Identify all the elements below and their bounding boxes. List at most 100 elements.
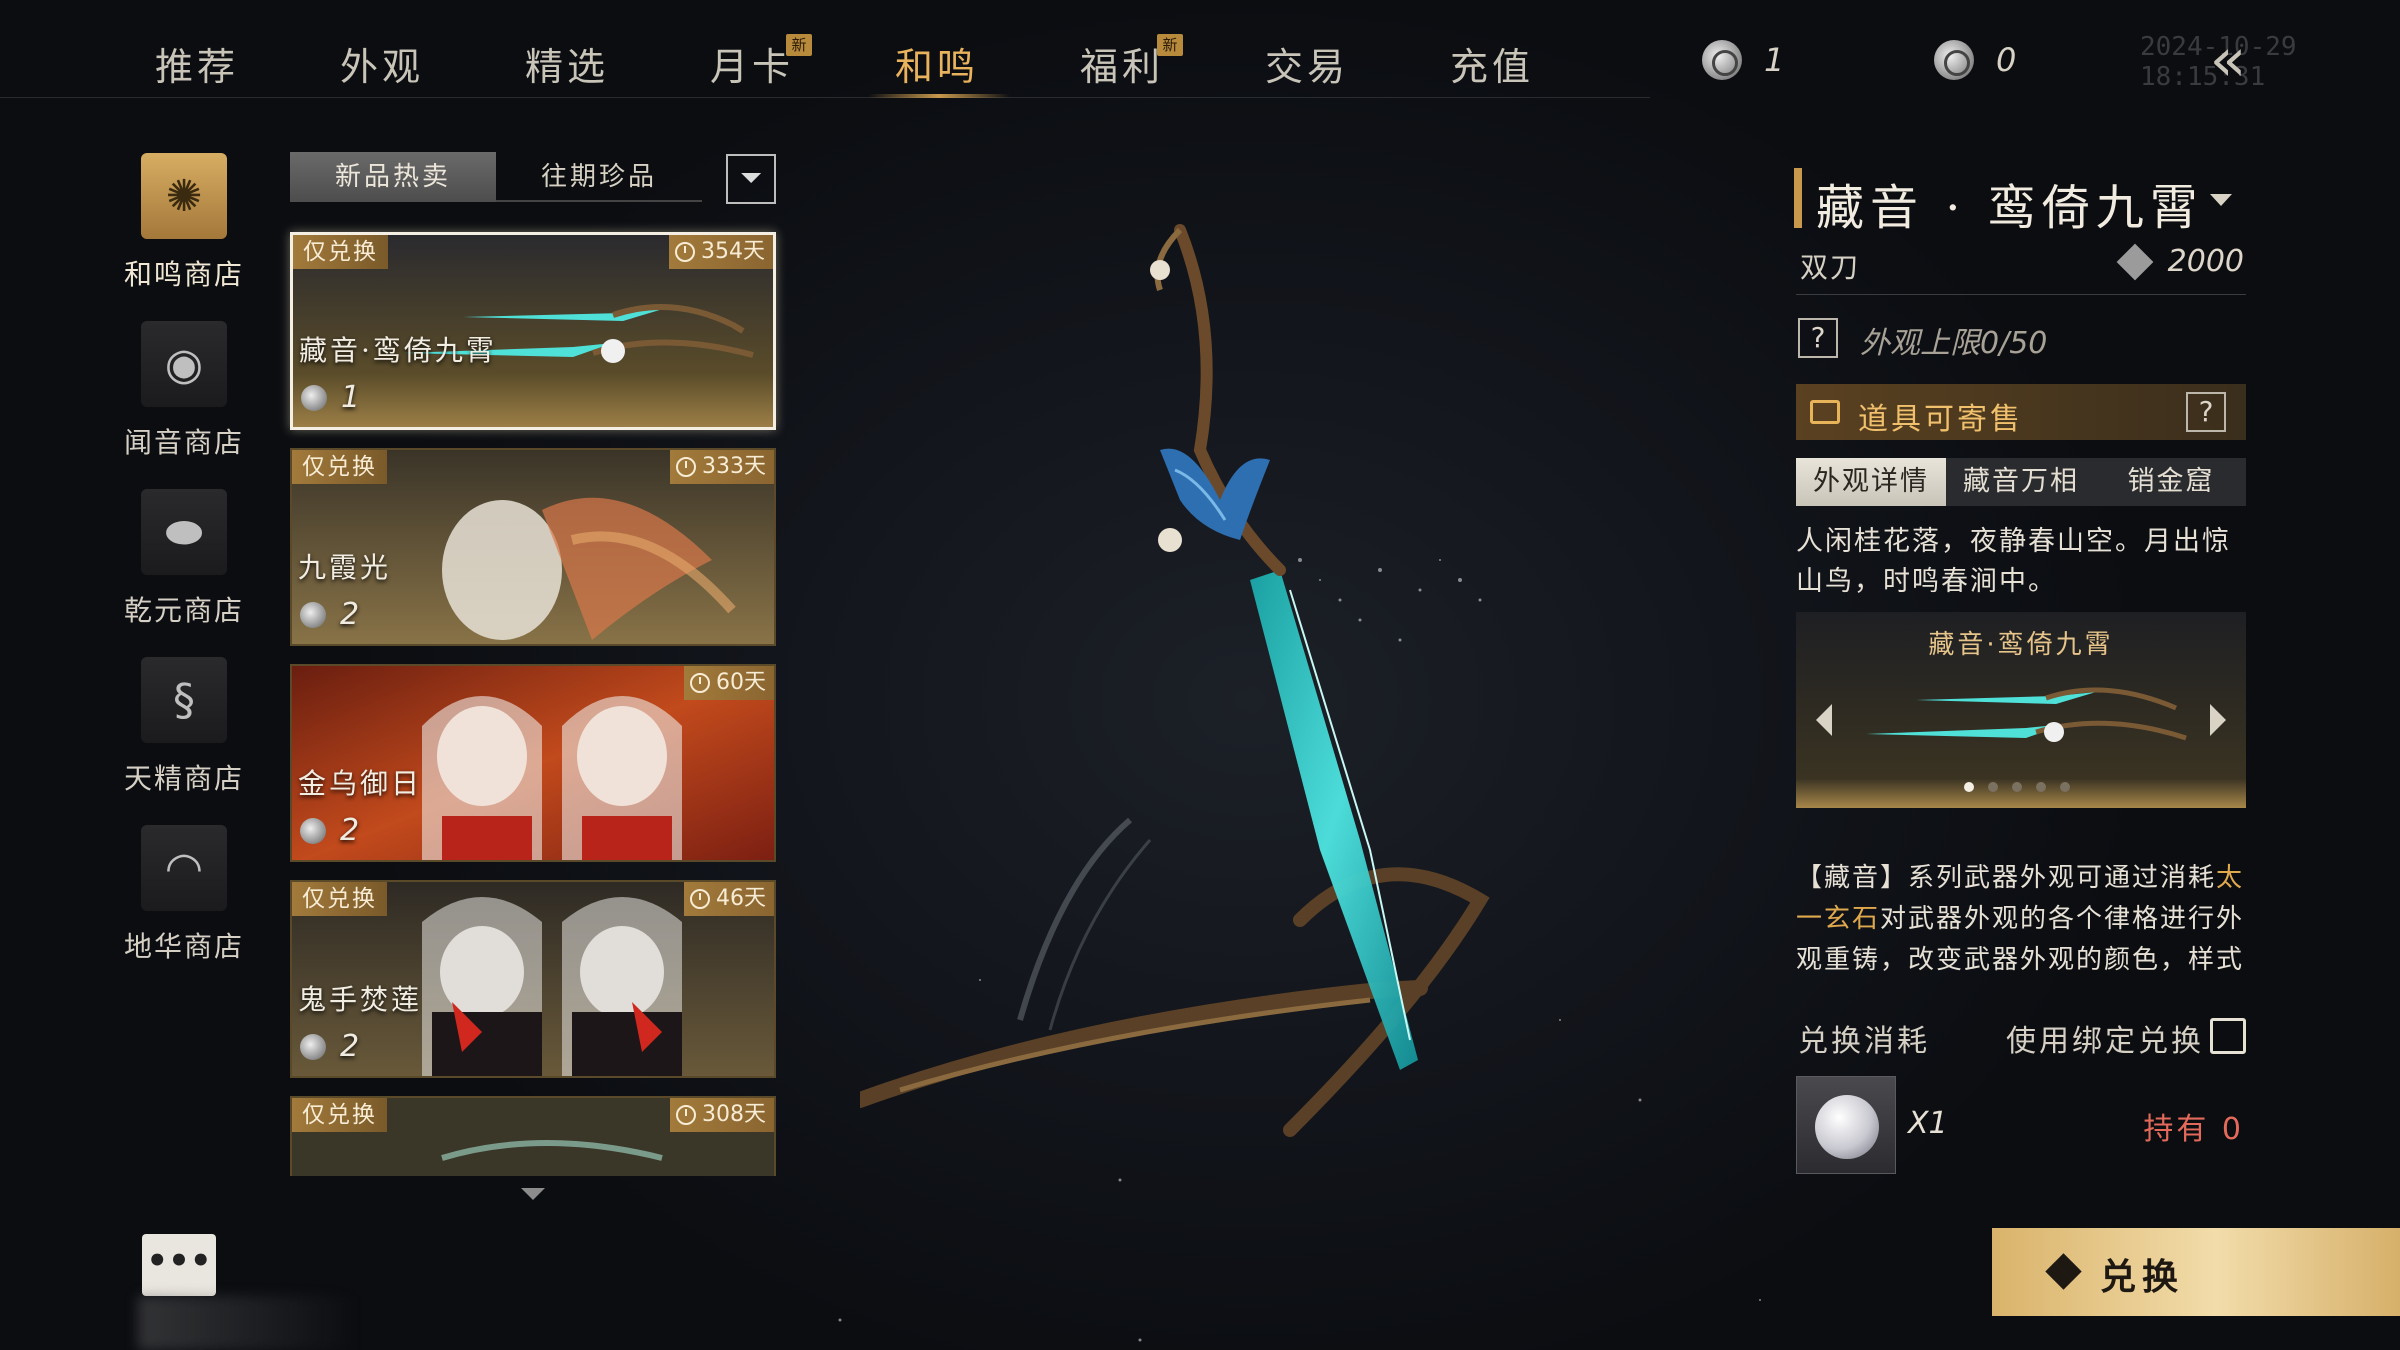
item-title: 藏音 · 鸾倚九霄 <box>1816 180 2204 236</box>
exchange-only-badge: 仅兑换 <box>293 235 388 269</box>
score-gem-icon <box>2116 243 2154 280</box>
stone-icon: ⬬ <box>141 489 227 575</box>
shop-hemin[interactable]: ✺ 和鸣商店 <box>110 153 258 293</box>
carousel-dots <box>1964 782 2070 792</box>
bound-coin-icon <box>1934 40 1974 80</box>
days-left-badge: 354天 <box>669 235 773 269</box>
back-button[interactable]: « <box>2188 30 2268 92</box>
shop-dihua[interactable]: ◠ 地华商店 <box>110 825 258 965</box>
filter-button[interactable]: ⏷ <box>726 154 776 204</box>
card-item-name: 鬼手焚莲 <box>298 983 423 1016</box>
subtab-new-hot[interactable]: 新品热卖 <box>290 152 496 202</box>
preview-carousel: 藏音·鸾倚九霄 <box>1796 612 2246 808</box>
help-icon[interactable]: ? <box>2186 392 2226 432</box>
item-description: 人闲桂花落，夜静春山空。月出惊山鸟，时鸣春涧中。 <box>1796 526 2231 597</box>
card-item-name: 藏音·鸾倚九霄 <box>299 334 497 367</box>
currency-1-value: 1 <box>1764 41 1785 79</box>
top-navigation: 推荐 外观 精选 月卡 新 和鸣 福利 新 交易 充值 1 0 <box>0 0 2016 98</box>
scroll-down-arrow-icon[interactable] <box>521 1188 545 1200</box>
weapon-preview-model[interactable] <box>860 200 1560 1160</box>
shop-label: 乾元商店 <box>123 594 244 627</box>
card-price-value: 2 <box>340 813 360 848</box>
tab-hemin[interactable]: 和鸣 <box>862 36 1012 91</box>
diamond-cluster-icon <box>2045 1253 2082 1290</box>
days-left-value: 333天 <box>702 454 766 479</box>
hemin-coin-icon <box>300 817 326 844</box>
tradable-text: 道具可寄售 <box>1858 402 2023 437</box>
lips-icon: ◠ <box>141 825 227 911</box>
filter-icon: ⏷ <box>739 161 763 194</box>
tab-recommend[interactable]: 推荐 <box>122 36 272 91</box>
exchange-button[interactable]: 兑换 <box>1992 1228 2400 1316</box>
bind-exchange-checkbox[interactable] <box>2210 1018 2246 1054</box>
divider <box>1796 294 2246 295</box>
item-card[interactable]: 60天 金乌御日 2 <box>290 664 776 862</box>
title-accent-bar <box>1794 168 1802 228</box>
more-button[interactable]: ••• <box>142 1234 216 1296</box>
card-price: 2 <box>300 597 359 632</box>
appearance-limit: 外观上限0/50 <box>1860 326 2048 361</box>
item-type: 双刀 <box>1800 251 1861 284</box>
currency-display-1[interactable]: 1 <box>1702 38 1784 82</box>
shop-qianyuan[interactable]: ⬬ 乾元商店 <box>110 489 258 629</box>
shop-label: 天精商店 <box>123 762 244 795</box>
shop-wenyin[interactable]: ◉ 闻音商店 <box>110 321 258 461</box>
carousel-dot[interactable] <box>1988 782 1998 792</box>
exchange-label: 兑换 <box>2100 1257 2185 1298</box>
help-icon[interactable]: ? <box>1798 318 1838 358</box>
appearance-score: 2000 <box>2116 243 2244 280</box>
held-count: 持有 0 <box>2143 1112 2244 1147</box>
carousel-prev-icon[interactable] <box>1816 704 1832 736</box>
card-price: 1 <box>301 380 360 415</box>
bind-exchange-label: 使用绑定兑换 <box>2006 1024 2204 1059</box>
cost-item-slot[interactable] <box>1796 1076 1896 1174</box>
card-price-value: 1 <box>341 380 361 415</box>
days-left-value: 354天 <box>701 239 765 264</box>
list-subtabs: 新品热卖 往期珍品 <box>290 152 776 202</box>
tab-xiaojinku[interactable]: 销金窟 <box>2096 458 2246 506</box>
tab-cangyin-variants[interactable]: 藏音万相 <box>1946 458 2096 506</box>
clock-icon <box>676 457 696 477</box>
hemin-coin-icon <box>300 1033 326 1060</box>
carousel-next-icon[interactable] <box>2210 704 2226 736</box>
shop-stall-icon <box>1810 400 1840 424</box>
shop-label: 闻音商店 <box>123 426 244 459</box>
chevron-down-icon[interactable] <box>2210 194 2232 206</box>
double-chevron-left-icon: « <box>2209 25 2247 95</box>
new-badge: 新 <box>1157 34 1183 56</box>
clock-icon <box>690 889 710 909</box>
hemin-coin-icon <box>1702 40 1742 80</box>
card-item-name: 金乌御日 <box>298 767 423 800</box>
hemin-orb-icon <box>1815 1095 1879 1159</box>
carousel-dot[interactable] <box>2012 782 2022 792</box>
exchange-only-badge: 仅兑换 <box>292 1098 387 1132</box>
item-card[interactable]: 仅兑换 354天 藏音·鸾倚九霄 1 <box>290 232 776 430</box>
tab-trade[interactable]: 交易 <box>1232 36 1382 91</box>
dragon-icon: § <box>141 657 227 743</box>
currency-2-value: 0 <box>1996 41 2017 79</box>
preview-weapon-image <box>1866 687 2187 742</box>
item-card[interactable]: 仅兑换 46天 鬼手焚莲 2 <box>290 880 776 1078</box>
tab-featured[interactable]: 精选 <box>492 36 642 91</box>
tab-appearance[interactable]: 外观 <box>307 36 457 91</box>
card-item-name: 九霞光 <box>298 551 392 584</box>
days-left-badge: 308天 <box>670 1098 774 1132</box>
item-card[interactable]: 仅兑换 308天 <box>290 1096 776 1176</box>
new-badge: 新 <box>786 34 812 56</box>
tab-appearance-details[interactable]: 外观详情 <box>1796 458 1946 506</box>
blurred-overlay <box>138 1296 358 1350</box>
carousel-dot[interactable] <box>2060 782 2070 792</box>
subtab-past-treasures[interactable]: 往期珍品 <box>496 152 702 202</box>
item-card[interactable]: 仅兑换 333天 九霞光 2 <box>290 448 776 646</box>
hemin-coin-icon <box>301 384 327 411</box>
shop-tianjing[interactable]: § 天精商店 <box>110 657 258 797</box>
tab-recharge[interactable]: 充值 <box>1417 36 1567 91</box>
tradable-banner: 道具可寄售 ? <box>1796 384 2246 440</box>
days-left-value: 60天 <box>716 670 766 695</box>
exchange-only-badge: 仅兑换 <box>292 882 387 916</box>
carousel-dot[interactable] <box>1964 782 1974 792</box>
card-price: 2 <box>300 1029 359 1064</box>
carousel-dot[interactable] <box>2036 782 2046 792</box>
currency-display-2[interactable]: 0 <box>1934 38 2016 82</box>
shop-label: 地华商店 <box>123 930 244 963</box>
